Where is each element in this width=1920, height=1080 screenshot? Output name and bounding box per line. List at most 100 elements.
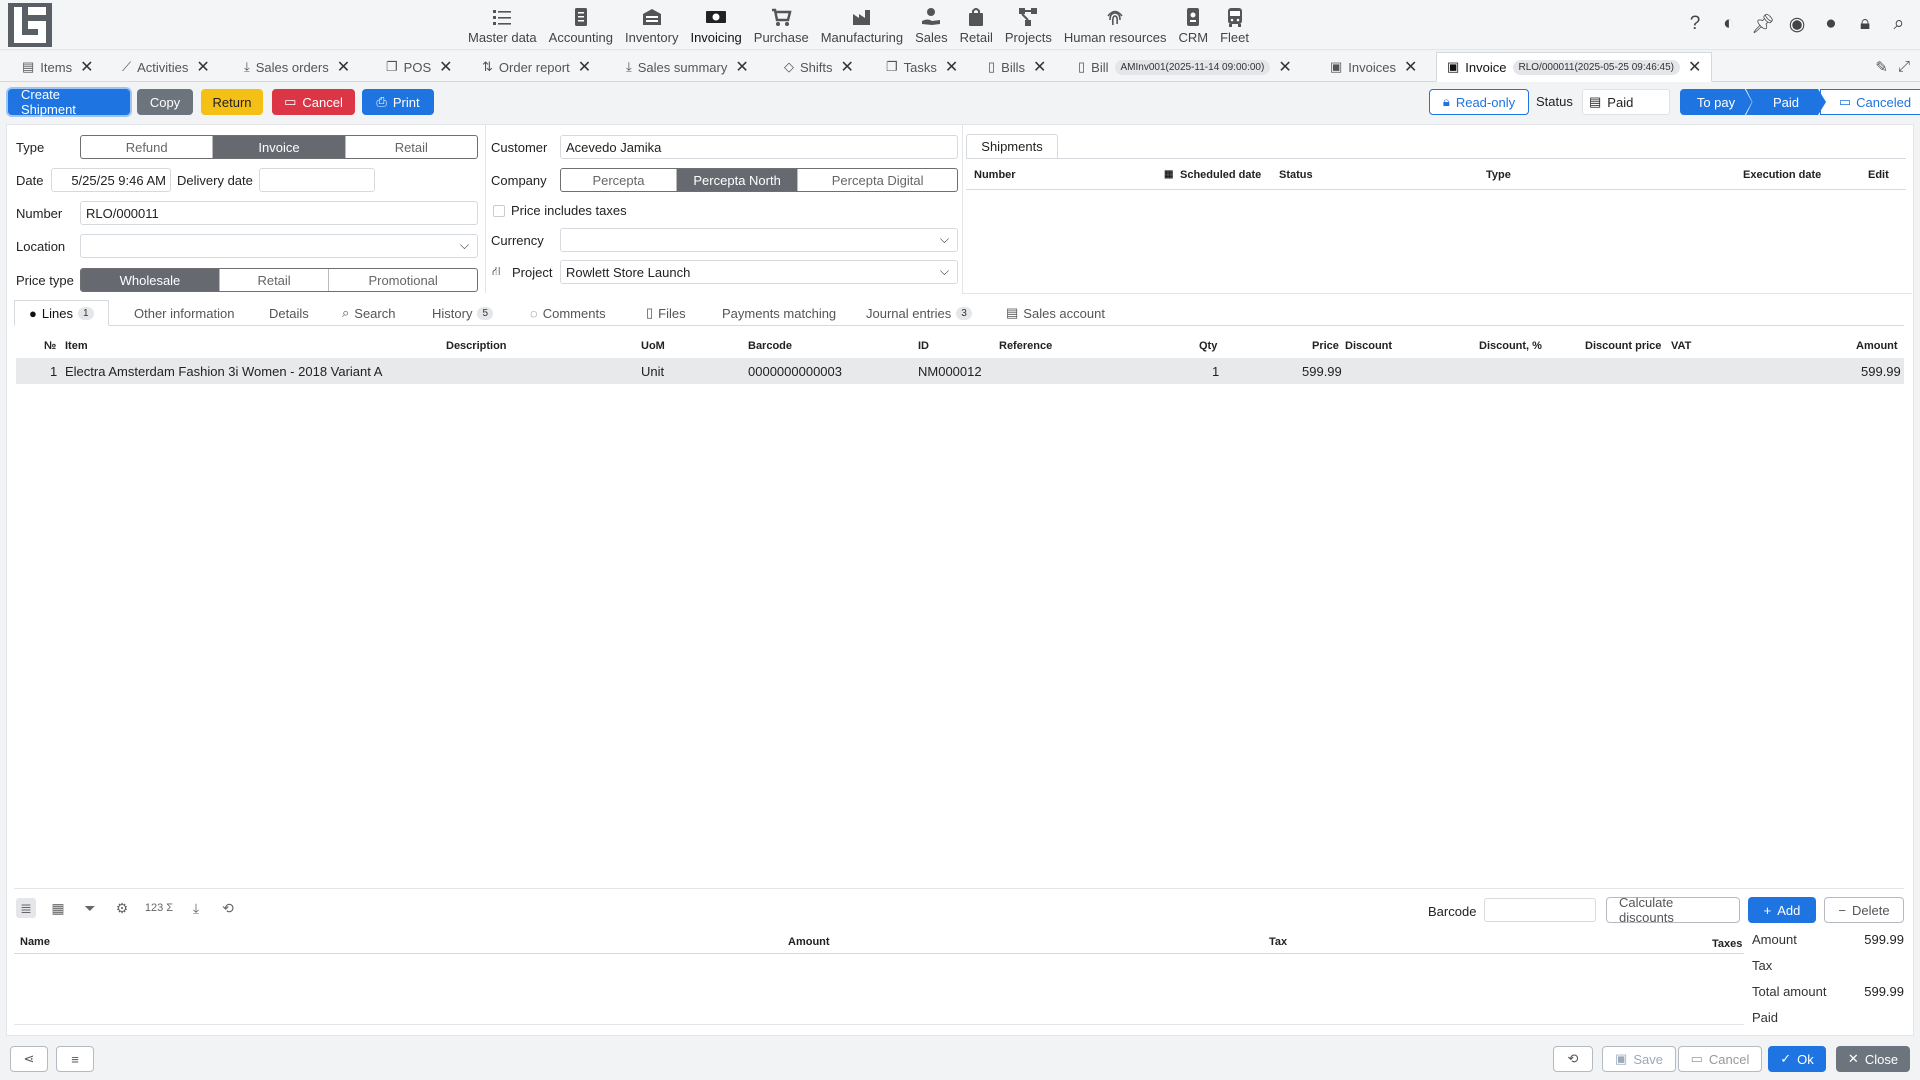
col-barcode[interactable]: Barcode (748, 340, 792, 352)
tab-sales-orders[interactable]: ⤓ Sales orders ✕ (244, 52, 350, 82)
tab-pos[interactable]: ❐ POS ✕ (386, 52, 453, 82)
type-option-invoice[interactable]: Invoice (213, 136, 346, 158)
lock-icon[interactable]: 🔒︎ (1854, 12, 1876, 36)
col-no[interactable]: № (44, 340, 56, 352)
col-vat[interactable]: VAT (1671, 340, 1691, 352)
subtab-comments[interactable]: ◌ Comments (530, 300, 606, 326)
location-select[interactable]: ⌵ (80, 234, 478, 258)
price-type-retail[interactable]: Retail (220, 269, 330, 291)
project-select[interactable]: Rowlett Store Launch ⌵ (560, 260, 958, 284)
calculate-discounts-button[interactable]: Calculate discounts (1606, 895, 1740, 925)
col-tax-amount[interactable]: Amount (788, 936, 830, 948)
close-button[interactable]: ✕ Close (1836, 1046, 1910, 1072)
subtab-lines[interactable]: ● Lines 1 (14, 300, 109, 326)
nav-invoicing[interactable]: Invoicing (684, 0, 747, 50)
cancel-button[interactable]: ▭ Cancel (272, 89, 355, 115)
company-option-percepta[interactable]: Percepta (561, 169, 677, 191)
col-type[interactable]: Type (1486, 169, 1511, 181)
download-icon[interactable]: ⤓ (186, 898, 206, 918)
sum-icon[interactable]: 123 Σ (144, 898, 174, 918)
type-option-refund[interactable]: Refund (81, 136, 214, 158)
share-icon[interactable]: ⋖ (10, 1046, 48, 1072)
ok-button[interactable]: ✓ Ok (1768, 1046, 1826, 1072)
tab-bills[interactable]: ▯ Bills ✕ (988, 52, 1046, 82)
price-type-wholesale[interactable]: Wholesale (81, 269, 220, 291)
tab-invoice[interactable]: ▣ Invoice RLO/000011(2025-05-25 09:46:45) ✕ (1436, 52, 1713, 82)
table-row[interactable]: 1 Electra Amsterdam Fashion 3i Women - 2… (16, 358, 1904, 384)
col-price[interactable]: Price (1312, 340, 1339, 352)
col-execution-date[interactable]: Execution date (1743, 169, 1821, 181)
nav-inventory[interactable]: Inventory (619, 0, 684, 50)
col-item[interactable]: Item (65, 340, 88, 352)
footer-cancel-button[interactable]: ▭ Cancel (1678, 1046, 1762, 1072)
return-button[interactable]: Return (201, 89, 263, 115)
filter-icon[interactable]: ⏷ (80, 898, 100, 918)
app-logo[interactable] (8, 3, 52, 47)
table-view-icon[interactable]: ▦ (48, 898, 68, 918)
nav-projects[interactable]: Projects (999, 0, 1058, 50)
tab-sales-summary[interactable]: ⤓ Sales summary ✕ (626, 52, 749, 82)
close-icon[interactable]: ✕ (337, 57, 350, 77)
col-discount-price[interactable]: Discount price (1585, 340, 1661, 352)
step-paid[interactable]: Paid (1746, 89, 1826, 115)
col-number[interactable]: Number (974, 169, 1016, 181)
subtab-other-information[interactable]: Other information (134, 300, 234, 326)
col-id[interactable]: ID (918, 340, 929, 352)
eye-icon[interactable]: ◉ (1786, 12, 1808, 36)
col-edit[interactable]: Edit (1868, 169, 1889, 181)
nav-manufacturing[interactable]: Manufacturing (815, 0, 909, 50)
refresh-button[interactable]: ⟲ (1553, 1046, 1593, 1072)
col-name[interactable]: Name (20, 936, 50, 948)
read-only-button[interactable]: 🔒︎ Read-only (1429, 89, 1529, 115)
delivery-date-field[interactable] (259, 168, 375, 192)
nav-retail[interactable]: Retail (954, 0, 999, 50)
nav-accounting[interactable]: Accounting (543, 0, 619, 50)
contrast-icon[interactable]: ◐ (1718, 12, 1740, 36)
col-uom[interactable]: UoM (641, 340, 665, 352)
subtab-journal-entries[interactable]: Journal entries 3 (866, 300, 972, 326)
col-scheduled-date[interactable]: Scheduled date (1180, 169, 1261, 181)
close-icon[interactable]: ✕ (841, 57, 854, 77)
col-description[interactable]: Description (446, 340, 507, 352)
subtab-details[interactable]: Details (269, 300, 309, 326)
company-option-percepta-north[interactable]: Percepta North (676, 169, 799, 191)
tab-shipments[interactable]: Shipments (966, 134, 1058, 158)
add-button[interactable]: + Add (1748, 897, 1816, 923)
refresh-icon[interactable]: ⟲ (218, 898, 238, 918)
search-icon[interactable]: ⌕ (1888, 12, 1910, 36)
gear-icon[interactable]: ⚙ (112, 898, 132, 918)
col-taxes[interactable]: Taxes (1712, 938, 1742, 950)
tab-order-report[interactable]: ⇅ Order report ✕ (482, 52, 591, 82)
subtab-search[interactable]: ⌕ Search (342, 300, 395, 326)
tab-items[interactable]: ▤ Items ✕ (22, 52, 94, 82)
close-icon[interactable]: ✕ (945, 57, 958, 77)
subtab-files[interactable]: ▯ Files (646, 300, 686, 326)
col-discount-pct[interactable]: Discount, % (1479, 340, 1542, 352)
tab-invoices[interactable]: ▣ Invoices ✕ (1330, 52, 1417, 82)
close-icon[interactable]: ✕ (1688, 57, 1701, 77)
nav-crm[interactable]: CRM (1172, 0, 1214, 50)
help-icon[interactable]: ? (1684, 12, 1706, 36)
subtab-payments-matching[interactable]: Payments matching (722, 300, 836, 326)
tab-activities[interactable]: ⟋ Activities ✕ (122, 52, 210, 82)
tab-shifts[interactable]: ◇ Shifts ✕ (784, 52, 854, 82)
create-shipment-button[interactable]: Create Shipment (8, 87, 130, 117)
close-icon[interactable]: ✕ (439, 57, 452, 77)
close-icon[interactable]: ✕ (1278, 57, 1291, 77)
tab-bill[interactable]: ▯ Bill AMInv001(2025-11-14 09:00:00) ✕ (1078, 52, 1292, 82)
nav-purchase[interactable]: Purchase (748, 0, 815, 50)
edit-icon[interactable]: ✎ (1875, 58, 1888, 76)
print-button[interactable]: ⎙ Print (362, 89, 434, 115)
nav-master-data[interactable]: Master data (462, 0, 543, 50)
barcode-input[interactable] (1484, 898, 1596, 922)
subtab-sales-account[interactable]: ▤ Sales account (1006, 300, 1105, 326)
save-button[interactable]: ▣ Save (1602, 1046, 1676, 1072)
col-status[interactable]: Status (1279, 169, 1313, 181)
price-type-promotional[interactable]: Promotional (329, 269, 477, 291)
nav-sales[interactable]: Sales (909, 0, 954, 50)
col-discount[interactable]: Discount (1345, 340, 1392, 352)
col-reference[interactable]: Reference (999, 340, 1052, 352)
tab-tasks[interactable]: ❐ Tasks ✕ (886, 52, 958, 82)
type-option-retail[interactable]: Retail (346, 136, 477, 158)
close-icon[interactable]: ✕ (735, 57, 748, 77)
